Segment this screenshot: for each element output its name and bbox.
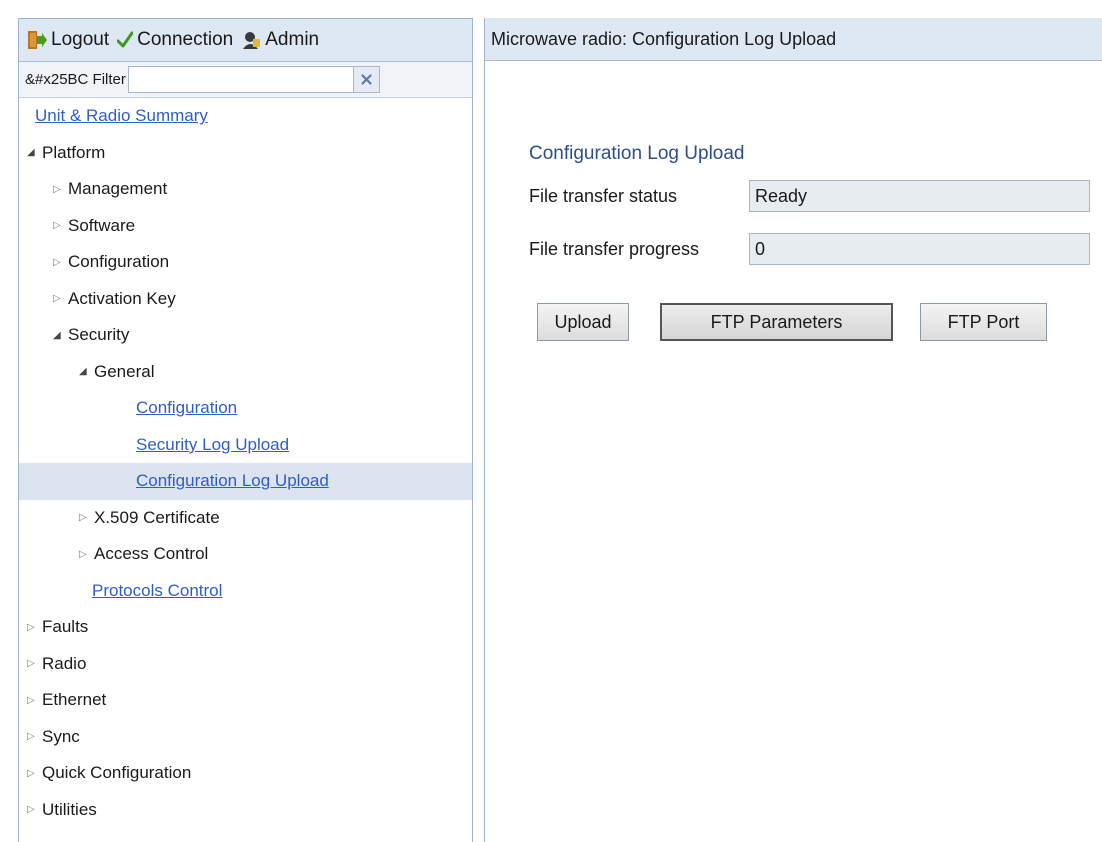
navigation-tree: Unit & Radio Summary ◢ Platform ▷ Manage… [19,98,472,828]
tree-label-radio: Radio [42,653,87,673]
tree-item-software[interactable]: ▷ Software [19,208,472,245]
triangle-right-icon[interactable]: ▷ [27,658,42,669]
admin-user-icon [243,32,261,49]
logout-button[interactable]: Logout [27,29,109,51]
tree-item-protocols-control[interactable]: Protocols Control [19,573,472,610]
unit-radio-summary-link[interactable]: Unit & Radio Summary [35,106,208,126]
triangle-down-icon[interactable]: ◢ [27,147,42,158]
main-panel: Microwave radio: Configuration Log Uploa… [484,18,1102,842]
file-transfer-progress-label: File transfer progress [529,238,700,259]
triangle-right-icon[interactable]: ▷ [27,768,42,779]
configuration-log-upload-link[interactable]: Configuration Log Upload [136,471,329,491]
tree-item-management[interactable]: ▷ Management [19,171,472,208]
file-transfer-status-field: Ready [749,180,1090,212]
tree-label-utilities: Utilities [42,799,97,819]
close-icon [361,74,372,85]
logout-door-icon [28,31,47,49]
triangle-right-icon[interactable]: ▷ [53,293,68,304]
triangle-right-icon[interactable]: ▷ [53,220,68,231]
tree-item-sync[interactable]: ▷ Sync [19,719,472,756]
upload-button[interactable]: Upload [537,303,629,341]
tree-label-software: Software [68,215,136,235]
tree-item-ethernet[interactable]: ▷ Ethernet [19,682,472,719]
tree-item-quick-configuration[interactable]: ▷ Quick Configuration [19,755,472,792]
triangle-right-icon[interactable]: ▷ [79,549,94,560]
admin-button[interactable]: Admin [241,29,319,51]
clear-filter-button[interactable] [353,66,380,93]
page-title: Microwave radio: Configuration Log Uploa… [485,18,1102,61]
tree-item-access-control[interactable]: ▷ Access Control [19,536,472,573]
check-icon [117,31,134,48]
connection-label: Connection [137,29,234,50]
tree-label-faults: Faults [42,617,89,637]
triangle-right-icon[interactable]: ▷ [27,731,42,742]
filter-input[interactable] [127,66,354,93]
admin-label: Admin [265,29,320,50]
tree-item-faults[interactable]: ▷ Faults [19,609,472,646]
tree-item-radio[interactable]: ▷ Radio [19,646,472,683]
triangle-right-icon[interactable]: ▷ [53,184,68,195]
filter-label: &#x25BC Filter [25,71,126,88]
tree-item-x509-certificate[interactable]: ▷ X.509 Certificate [19,500,472,537]
tree-item-configuration[interactable]: ▷ Configuration [19,244,472,281]
triangle-right-icon[interactable]: ▷ [27,695,42,706]
tree-label-x509-certificate: X.509 Certificate [94,507,220,527]
file-transfer-status-label: File transfer status [529,185,678,206]
tree-label-activation-key: Activation Key [68,288,176,308]
triangle-right-icon[interactable]: ▷ [79,512,94,523]
triangle-down-icon[interactable]: ◢ [79,366,94,377]
tree-label-sync: Sync [42,726,80,746]
security-log-upload-link[interactable]: Security Log Upload [136,435,289,455]
tree-item-utilities[interactable]: ▷ Utilities [19,792,472,829]
tree-label-general: General [94,361,155,381]
tree-item-platform[interactable]: ◢ Platform [19,135,472,172]
file-transfer-status-row: File transfer status Ready [529,180,1090,212]
protocols-control-link[interactable]: Protocols Control [92,581,222,601]
tree-label-platform: Platform [42,142,106,162]
tree-item-general-configuration[interactable]: Configuration [19,390,472,427]
file-transfer-progress-field: 0 [749,233,1090,265]
tree-label-management: Management [68,179,168,199]
tree-label-access-control: Access Control [94,544,209,564]
triangle-right-icon[interactable]: ▷ [27,622,42,633]
connection-button[interactable]: Connection [117,29,233,51]
triangle-down-icon[interactable]: ◢ [53,330,68,341]
tree-item-security[interactable]: ◢ Security [19,317,472,354]
tree-item-activation-key[interactable]: ▷ Activation Key [19,281,472,318]
navigation-sidebar: Logout Connection Admin &#x25BC Filter U… [18,18,473,842]
sidebar-toolbar: Logout Connection Admin [19,19,472,62]
triangle-right-icon[interactable]: ▷ [53,257,68,268]
tree-label-quick-configuration: Quick Configuration [42,763,192,783]
tree-label-configuration: Configuration [68,252,170,272]
ftp-parameters-button[interactable]: FTP Parameters [660,303,893,341]
logout-label: Logout [51,29,110,50]
tree-label-ethernet: Ethernet [42,690,107,710]
file-transfer-progress-row: File transfer progress 0 [529,233,1090,265]
general-configuration-link[interactable]: Configuration [136,398,237,418]
tree-item-configuration-log-upload[interactable]: Configuration Log Upload [19,463,472,500]
tree-item-general[interactable]: ◢ General [19,354,472,391]
section-title: Configuration Log Upload [529,143,745,164]
tree-item-security-log-upload[interactable]: Security Log Upload [19,427,472,464]
filter-bar: &#x25BC Filter [19,62,472,98]
tree-item-unit-radio-summary[interactable]: Unit & Radio Summary [19,98,472,135]
ftp-port-button[interactable]: FTP Port [920,303,1047,341]
triangle-right-icon[interactable]: ▷ [27,804,42,815]
tree-label-security: Security [68,325,130,345]
